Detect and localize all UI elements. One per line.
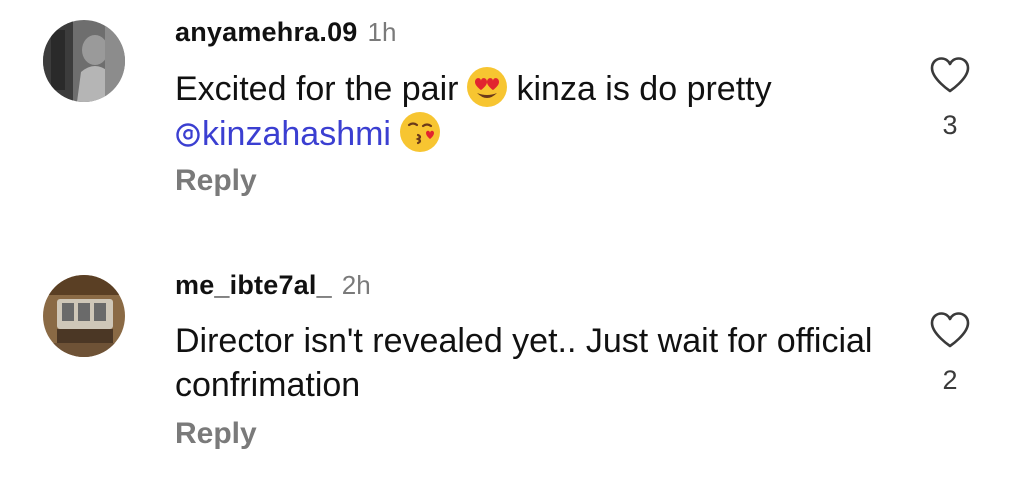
comment-text: Director isn't revealed yet.. Just wait …	[175, 322, 873, 404]
kissing-heart-emoji-icon	[399, 112, 440, 152]
like-count: 2	[942, 365, 958, 395]
threads-at-icon	[176, 123, 200, 147]
like-control: 3	[920, 56, 980, 141]
heart-outline-icon[interactable]	[929, 56, 971, 94]
avatar[interactable]	[43, 275, 125, 357]
comment-item: me_ibte7al_ 2h Director isn't revealed ye…	[0, 255, 1024, 485]
mention-link[interactable]: kinzahashmi	[175, 115, 391, 153]
timestamp: 2h	[341, 270, 371, 300]
heart-eyes-emoji-icon	[467, 67, 508, 107]
reply-button[interactable]: Reply	[175, 417, 257, 451]
avatar-photo	[43, 275, 125, 357]
username[interactable]: anyamehra.09	[175, 17, 358, 47]
reply-button[interactable]: Reply	[175, 164, 257, 198]
avatar[interactable]	[43, 20, 125, 102]
comment-meta: anyamehra.09 1h	[175, 17, 396, 53]
username[interactable]: me_ibte7al_	[175, 270, 332, 300]
comment-text-part: kinza is do pretty	[516, 70, 772, 108]
comment-item: anyamehra.09 1h Excited for the pair kinz…	[0, 0, 1024, 240]
avatar-photo	[43, 20, 125, 102]
mention-username[interactable]: kinzahashmi	[202, 115, 391, 153]
timestamp: 1h	[367, 17, 397, 47]
comment-text: Excited for the pair kinza is do pretty …	[175, 66, 895, 156]
heart-outline-icon[interactable]	[929, 311, 971, 349]
comment-meta: me_ibte7al_ 2h	[175, 270, 371, 306]
comment-text-part: Excited for the pair	[175, 70, 459, 108]
like-count: 3	[942, 110, 958, 140]
like-control: 2	[920, 311, 980, 396]
